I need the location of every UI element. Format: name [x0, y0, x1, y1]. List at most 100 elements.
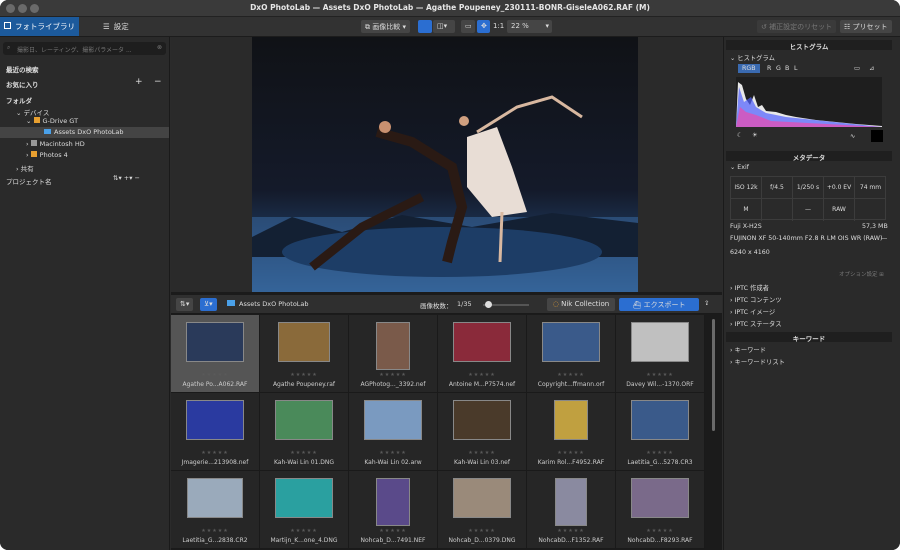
thumbnail-image[interactable] [186, 322, 244, 362]
thumbnail-image[interactable] [376, 478, 410, 526]
iptc-section[interactable]: › IPTC 作成者 [730, 283, 769, 292]
thumbnail-cell[interactable]: ★★★★★ Nohcab_D...0379.DNG [438, 471, 527, 549]
clear-search-icon[interactable]: ⊗ [157, 44, 162, 51]
rating-stars[interactable]: ★★★★★ [260, 372, 348, 378]
rating-stars[interactable]: ★★★★★ [438, 450, 526, 456]
options-link[interactable]: オプション設定 ⊞ [839, 270, 884, 278]
share-icon[interactable]: ⇪ [704, 299, 709, 307]
fit-icon[interactable]: ▭ [461, 20, 475, 33]
dual-view-button[interactable]: ◫▾ [433, 20, 455, 33]
thumbnail-cell[interactable]: ★★★★★ Copyright...ffmann.orf [527, 315, 616, 393]
project-name-header[interactable]: プロジェクト名 [6, 176, 52, 186]
thumbnail-image[interactable] [453, 478, 511, 518]
filmstrip-scrollbar[interactable] [712, 319, 715, 431]
thumbnail-cell[interactable]: ★★★★★ Kah-Wai Lin 01.DNG [260, 393, 349, 471]
display-icon[interactable]: ▭ [854, 65, 860, 72]
tab-photo-library[interactable]: フォトライブラリ [0, 17, 79, 36]
rating-stars[interactable]: ★★★★★ [438, 528, 526, 534]
channel-g[interactable]: G [776, 65, 781, 72]
zoom-select[interactable]: 22 % ▾ [507, 20, 552, 33]
reset-corrections-button[interactable]: ↺ 補正設定のリセット [757, 20, 837, 33]
tree-devices[interactable]: ⌄ デバイス [16, 107, 49, 117]
thumbnail-cell[interactable]: ★★★★★ Martijn_K...one_4.DNG [260, 471, 349, 549]
recent-searches-header[interactable]: 最近の検索 [6, 64, 39, 74]
iptc-section[interactable]: › IPTC コンテンツ [730, 295, 782, 304]
thumbnail-image[interactable] [186, 400, 244, 440]
rating-stars[interactable]: ★★★★★ [616, 372, 704, 378]
compare-button[interactable]: ⧉ 画像比較 ▾ [361, 20, 410, 33]
thumbnail-image[interactable] [453, 322, 511, 362]
iptc-section[interactable]: › IPTC ステータス [730, 319, 782, 328]
histogram-header[interactable]: ヒストグラム [726, 40, 892, 51]
thumbnail-cell[interactable]: ★★★★★ Laetitia_G...2838.CR2 [171, 471, 260, 549]
exif-subheader[interactable]: ⌄ Exif [730, 164, 749, 171]
rating-stars[interactable]: ★★★★★ [349, 450, 437, 456]
tree-shared[interactable]: › 共有 [16, 163, 34, 173]
rating-stars[interactable]: ★★★★★ [616, 528, 704, 534]
favorites-header[interactable]: お気に入り [6, 79, 39, 89]
tab-settings[interactable]: ☰ 設定 [103, 21, 129, 32]
tree-macintosh[interactable]: › Macintosh HD [26, 140, 85, 148]
main-photo[interactable] [252, 37, 638, 292]
rating-stars[interactable]: ★★★★★ [616, 450, 704, 456]
thumbnail-image[interactable] [555, 478, 587, 526]
rating-stars[interactable]: ★★★★★ [171, 450, 259, 456]
thumbnail-cell[interactable]: ★★★★★ Laetitia_G...5278.CR3 [616, 393, 705, 471]
thumbnail-image[interactable] [631, 322, 689, 362]
rating-stars[interactable]: ★★★★★ [171, 372, 259, 378]
metadata-header[interactable]: メタデータ [726, 151, 892, 162]
keywords-header[interactable]: キーワード [726, 332, 892, 343]
zoom-1-1-button[interactable]: 1:1 [489, 20, 508, 33]
thumbnail-cell[interactable]: ★★★★★ NohcabD...F1352.RAF [527, 471, 616, 549]
thumbnail-image[interactable] [542, 322, 600, 362]
tree-photos4[interactable]: › Photos 4 [26, 151, 68, 159]
folders-header[interactable]: フォルダ [6, 95, 32, 105]
rating-stars[interactable]: ★★★★★ [171, 528, 259, 534]
presets-button[interactable]: ☷ プリセット [840, 20, 892, 33]
single-view-button[interactable] [418, 20, 432, 33]
thumbnail-cell[interactable]: ★★★★★ Davey Wil...-1370.ORF [616, 315, 705, 393]
histogram-subheader[interactable]: ⌄ ヒストグラム [730, 53, 775, 62]
keyword-section[interactable]: › キーワード [730, 345, 766, 354]
tree-gdrive[interactable]: ⌄ G-Drive GT [26, 117, 78, 125]
thumbnail-cell[interactable]: ★★★★★ Agathe Po...A062.RAF [171, 315, 260, 393]
rating-stars[interactable]: ★★★★★ [260, 450, 348, 456]
thumbnail-cell[interactable]: ★★★★★ Nohcab_D...7491.NEF [349, 471, 438, 549]
thumbnail-image[interactable] [275, 478, 333, 518]
thumbnail-image[interactable] [364, 400, 422, 440]
sort-projects-button[interactable]: ⇅▾ +▾ − [113, 174, 140, 182]
channel-l[interactable]: L [794, 65, 798, 72]
search-input[interactable]: ⌕ 撮影日、レーティング、撮影パラメータ ... ⊗ [3, 42, 166, 55]
thumbnail-cell[interactable]: ★★★★★ Antoine M...P7574.nef [438, 315, 527, 393]
thumbnail-image[interactable] [275, 400, 333, 440]
channel-r[interactable]: R [767, 65, 771, 72]
thumbnail-cell[interactable]: ★★★★★ Kah-Wai Lin 02.arw [349, 393, 438, 471]
thumbnail-image[interactable] [187, 478, 243, 518]
remove-favorite-button[interactable]: − [154, 77, 162, 87]
thumbnail-image[interactable] [631, 478, 689, 518]
shadow-clipping-icon[interactable]: ☾ [737, 132, 743, 139]
rating-stars[interactable]: ★★★★★ [438, 372, 526, 378]
thumbnail-cell[interactable]: ★★★★★ Agathe Poupeney.raf [260, 315, 349, 393]
image-viewer[interactable] [171, 37, 722, 292]
thumbnail-cell[interactable]: ★★★★★ Karim Rol...F4952.RAF [527, 393, 616, 471]
filter-button[interactable]: ⊻▾ [200, 298, 217, 311]
thumbnail-cell[interactable]: ★★★★★ AGPhotog..._3392.nef [349, 315, 438, 393]
thumbnail-image[interactable] [554, 400, 588, 440]
export-button[interactable]: ⛴ エクスポート [619, 298, 699, 311]
thumbnail-size-slider[interactable] [483, 301, 529, 308]
curve-icon[interactable]: ∿ [850, 133, 855, 140]
highlight-clipping-icon[interactable]: ☀ [752, 132, 758, 139]
thumbnail-cell[interactable]: ★★★★★ Jmagerie...213908.nef [171, 393, 260, 471]
channel-rgb[interactable]: RGB [738, 64, 760, 73]
thumbnail-image[interactable] [631, 400, 689, 440]
thumbnail-image[interactable] [376, 322, 410, 370]
tree-assets[interactable]: Assets DxO PhotoLab [44, 128, 124, 136]
rating-stars[interactable]: ★★★★★ [349, 528, 437, 534]
nik-collection-button[interactable]: ◌ Nik Collection [547, 298, 615, 311]
thumbnail-image[interactable] [278, 322, 330, 362]
sort-button[interactable]: ⇅▾ [176, 298, 194, 311]
thumbnail-cell[interactable]: ★★★★★ Kah-Wai Lin 03.nef [438, 393, 527, 471]
keyword-section[interactable]: › キーワードリスト [730, 357, 785, 366]
rating-stars[interactable]: ★★★★★ [349, 372, 437, 378]
